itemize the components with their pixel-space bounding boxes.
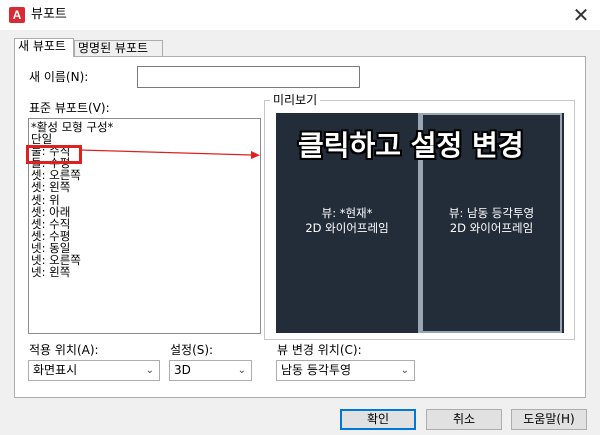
setup-label: 설정(S):	[170, 343, 214, 357]
ok-button[interactable]: 확인	[340, 409, 416, 430]
list-item[interactable]: *활성 모형 구성*	[30, 121, 260, 133]
list-item[interactable]: 넷: 왼쪽	[30, 266, 260, 278]
preview-pane-right-view: 뷰: 남동 등각투영	[448, 206, 535, 220]
annotation-arrow-icon	[79, 149, 260, 159]
change-view-select[interactable]: 남동 등각투영 ⌄	[276, 360, 415, 381]
preview-pane-left-view: 뷰: *현재*	[321, 206, 373, 220]
tab-named-viewports[interactable]: 명명된 뷰포트	[74, 40, 163, 57]
preview-pane-left-caption: 뷰: *현재* 2D 와이어프레임	[276, 206, 418, 236]
apply-to-label: 적용 위치(A):	[29, 343, 99, 357]
change-view-value: 남동 등각투영	[281, 363, 352, 377]
chevron-down-icon: ⌄	[237, 365, 246, 376]
change-view-label: 뷰 변경 위치(C):	[277, 343, 362, 357]
title-bar	[0, 0, 600, 30]
window-title: 뷰포트	[31, 7, 67, 22]
list-item[interactable]: 셋: 왼쪽	[30, 181, 260, 193]
apply-to-value: 화면표시	[33, 363, 78, 377]
tab-new-viewports[interactable]: 새 뷰포트	[14, 38, 74, 57]
apply-to-select[interactable]: 화면표시 ⌄	[28, 360, 160, 381]
list-item[interactable]: 셋: 아래	[30, 206, 260, 218]
preview-label: 미리보기	[270, 93, 321, 107]
standard-viewports-label: 표준 뷰포트(V):	[29, 101, 110, 115]
annotation-highlight-box	[26, 145, 82, 164]
cancel-button[interactable]: 취소	[426, 409, 502, 430]
preview-pane-right-style: 2D 와이어프레임	[449, 221, 534, 235]
autocad-logo-icon: A	[9, 7, 25, 23]
close-icon[interactable]: ✕	[566, 2, 596, 28]
preview-pane-right-caption: 뷰: 남동 등각투영 2D 와이어프레임	[423, 206, 560, 236]
chevron-down-icon: ⌄	[400, 365, 409, 376]
preview-pane-left-style: 2D 와이어프레임	[305, 221, 389, 235]
annotation-overlay-text: 클릭하고 설정 변경	[298, 129, 524, 162]
list-item[interactable]: 셋: 위	[30, 193, 260, 205]
setup-value: 3D	[174, 363, 191, 377]
help-button[interactable]: 도움말(H)	[511, 409, 587, 430]
setup-select[interactable]: 3D ⌄	[169, 360, 252, 381]
new-name-input[interactable]	[137, 66, 360, 88]
chevron-down-icon: ⌄	[145, 365, 154, 376]
new-name-label: 새 이름(N):	[29, 70, 89, 84]
